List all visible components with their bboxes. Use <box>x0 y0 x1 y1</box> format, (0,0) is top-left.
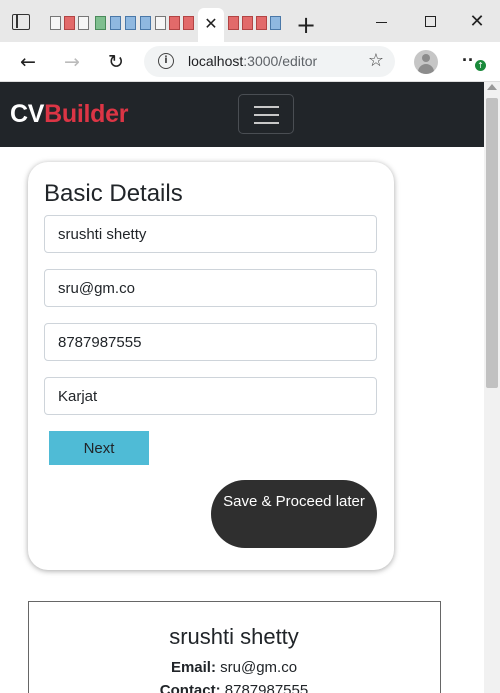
card-title: Basic Details <box>44 180 183 207</box>
scrollbar-thumb[interactable] <box>486 98 498 388</box>
scroll-up-icon[interactable] <box>487 84 497 90</box>
address-bar[interactable]: i localhost:3000/editor ☆ <box>144 46 395 77</box>
email-field[interactable] <box>44 269 377 307</box>
preview-email: sru@gm.co <box>220 659 298 676</box>
pinned-tab[interactable] <box>140 16 151 30</box>
plus-icon[interactable]: + <box>296 12 316 38</box>
preview-contact-line: Contact: 8787987555 <box>29 682 439 693</box>
preview-email-label: Email: <box>170 659 216 676</box>
favorites-icon[interactable]: ☆ <box>365 50 387 72</box>
pinned-tab[interactable] <box>228 16 239 30</box>
close-window-icon[interactable]: ✕ <box>465 10 489 34</box>
preview-contact: 8787987555 <box>224 682 309 693</box>
vertical-scrollbar[interactable] <box>484 82 500 693</box>
brand-logo[interactable]: CVBuilder <box>10 100 128 129</box>
hamburger-bar <box>254 106 279 108</box>
pinned-tab[interactable] <box>95 16 106 30</box>
back-icon[interactable]: ← <box>17 51 39 73</box>
preview-name: srushti shetty <box>169 624 299 649</box>
close-icon[interactable]: ✕ <box>203 12 219 38</box>
url-text[interactable]: localhost:3000/editor <box>188 53 317 69</box>
pinned-tab[interactable] <box>256 16 267 30</box>
pinned-tab[interactable] <box>64 16 75 30</box>
pinned-tab[interactable] <box>110 16 121 30</box>
maximize-icon[interactable] <box>419 10 443 34</box>
pinned-tab[interactable] <box>169 16 180 30</box>
pinned-tab[interactable] <box>183 16 194 30</box>
tab-actions-icon[interactable] <box>12 14 30 30</box>
pinned-tab[interactable] <box>270 16 281 30</box>
save-proceed-later-button[interactable]: Save & Proceed later <box>211 480 377 548</box>
next-button[interactable]: Next <box>49 431 149 465</box>
pinned-tab[interactable] <box>155 16 166 30</box>
profile-icon[interactable] <box>414 50 438 74</box>
minimize-icon[interactable] <box>370 10 394 34</box>
pinned-tab[interactable] <box>125 16 136 30</box>
app-navbar: CVBuilder <box>0 82 484 147</box>
address-field[interactable] <box>44 377 377 415</box>
basic-details-card: Basic Details Next Save & Proceed later <box>28 162 394 570</box>
name-field[interactable] <box>44 215 377 253</box>
pinned-tab[interactable] <box>50 16 61 30</box>
preview-email-line: Email: sru@gm.co <box>29 659 439 676</box>
pinned-tab[interactable] <box>242 16 253 30</box>
preview-contact-label: Contact: <box>159 682 221 693</box>
update-badge: ↑ <box>475 60 486 71</box>
hamburger-icon[interactable] <box>238 94 294 134</box>
pinned-tab[interactable] <box>78 16 89 30</box>
contact-field[interactable] <box>44 323 377 361</box>
forward-icon[interactable]: → <box>61 51 83 73</box>
hamburger-bar <box>254 122 279 124</box>
tab-strip: ✕ + ✕ <box>0 0 500 42</box>
page-viewport: CVBuilder Basic Details Next Save & Proc… <box>0 82 484 693</box>
browser-toolbar: ← → ↻ i localhost:3000/editor ☆ ·· ↑ <box>0 42 500 82</box>
reload-icon[interactable]: ↻ <box>105 51 127 73</box>
info-icon[interactable]: i <box>158 53 174 69</box>
hamburger-bar <box>254 114 279 116</box>
cv-preview: srushti shetty Email: sru@gm.co Contact:… <box>28 601 441 693</box>
